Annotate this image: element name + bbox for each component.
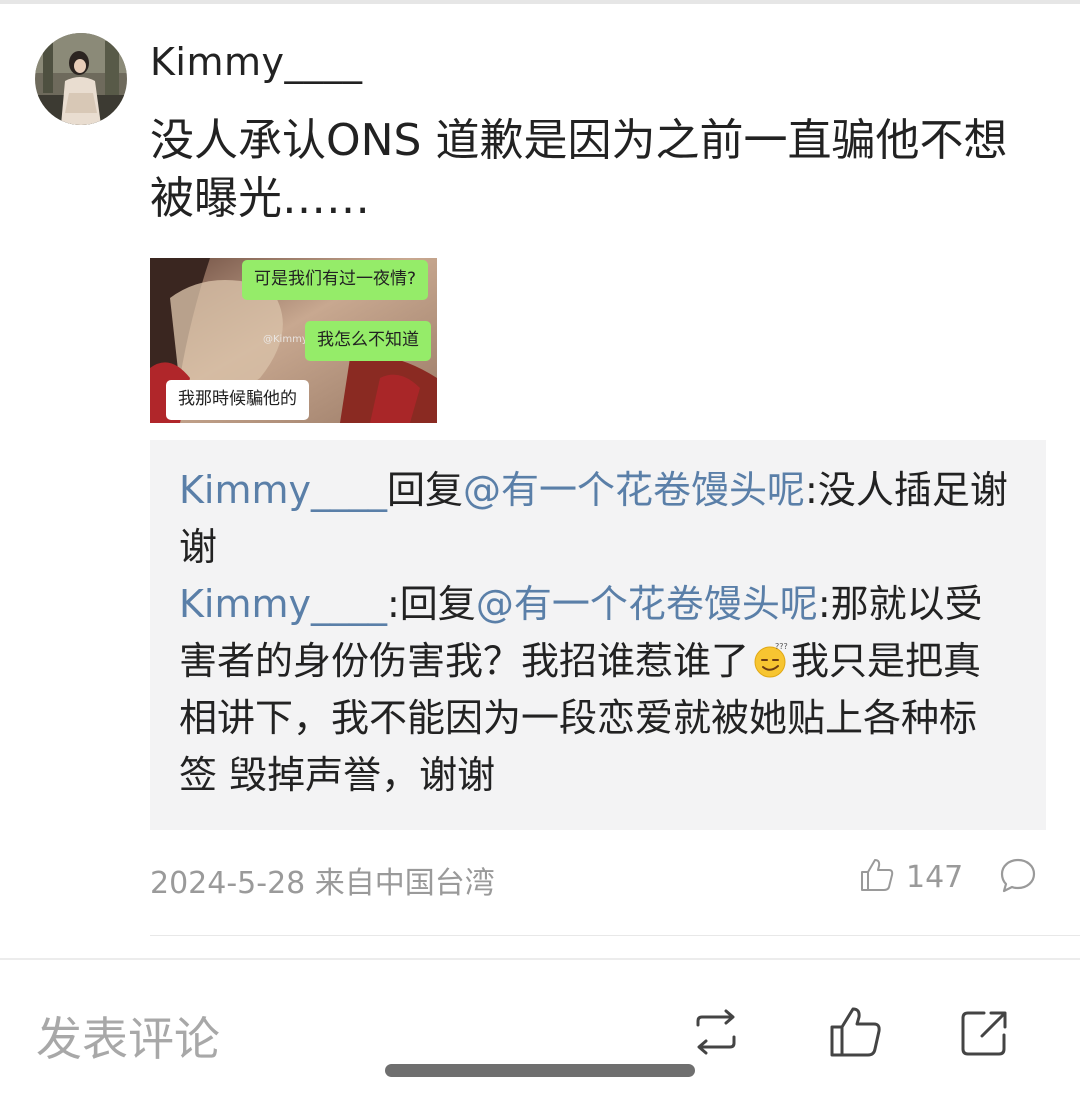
reply-mention[interactable]: @有一个花卷馒头呢 bbox=[476, 582, 818, 626]
bottom-bar-divider bbox=[0, 958, 1080, 960]
avatar[interactable] bbox=[35, 33, 127, 125]
image-bubble-top: 可是我们有过一夜情? bbox=[242, 260, 429, 300]
compose-comment-input[interactable]: 发表评论 bbox=[36, 1003, 220, 1069]
reply-author[interactable]: Kimmy____ bbox=[179, 582, 387, 626]
reply-thread[interactable]: Kimmy____回复@有一个花卷馒头呢:没人插足谢谢 Kimmy____:回复… bbox=[150, 440, 1046, 830]
repost-icon[interactable] bbox=[686, 1003, 746, 1063]
reply-item[interactable]: Kimmy____:回复@有一个花卷馒头呢:那就以受害者的身份伤害我？我招谁惹谁… bbox=[179, 576, 1009, 804]
dizzy-face-emoji-icon: ??? bbox=[751, 638, 789, 678]
comment-divider bbox=[150, 935, 1080, 936]
comment-text: 没人承认ONS 道歉是因为之前一直骗他不想被曝光…… bbox=[150, 115, 1008, 224]
comment-date-location: 2024-5-28 来自中国台湾 bbox=[150, 866, 495, 901]
reply-mention[interactable]: @有一个花卷馒头呢 bbox=[463, 468, 805, 512]
like-icon[interactable] bbox=[826, 1003, 886, 1063]
top-divider bbox=[0, 0, 1080, 4]
reply-separator: 回复 bbox=[387, 468, 464, 512]
reply-author[interactable]: Kimmy____ bbox=[179, 468, 387, 512]
share-icon[interactable] bbox=[956, 1003, 1016, 1063]
like-count: 147 bbox=[906, 859, 964, 895]
comment-image[interactable]: 可是我们有过一夜情? @Kimmy 我怎么不知道 我那時候騙他的 bbox=[150, 258, 437, 423]
reply-comment-icon[interactable] bbox=[998, 855, 1038, 895]
home-indicator[interactable] bbox=[385, 1064, 695, 1077]
image-watermark: @Kimmy bbox=[263, 334, 308, 345]
image-bubble-bottom: 我那時候騙他的 bbox=[166, 380, 309, 420]
thumbs-up-icon bbox=[858, 856, 896, 898]
comment-author[interactable]: Kimmy____ bbox=[150, 40, 363, 84]
comment-like-button[interactable]: 147 bbox=[858, 855, 963, 899]
reply-item[interactable]: Kimmy____回复@有一个花卷馒头呢:没人插足谢谢 bbox=[179, 462, 1009, 576]
image-bubble-mid: 我怎么不知道 bbox=[305, 321, 431, 361]
reply-separator: :回复 bbox=[387, 582, 476, 626]
svg-text:???: ??? bbox=[775, 642, 788, 651]
